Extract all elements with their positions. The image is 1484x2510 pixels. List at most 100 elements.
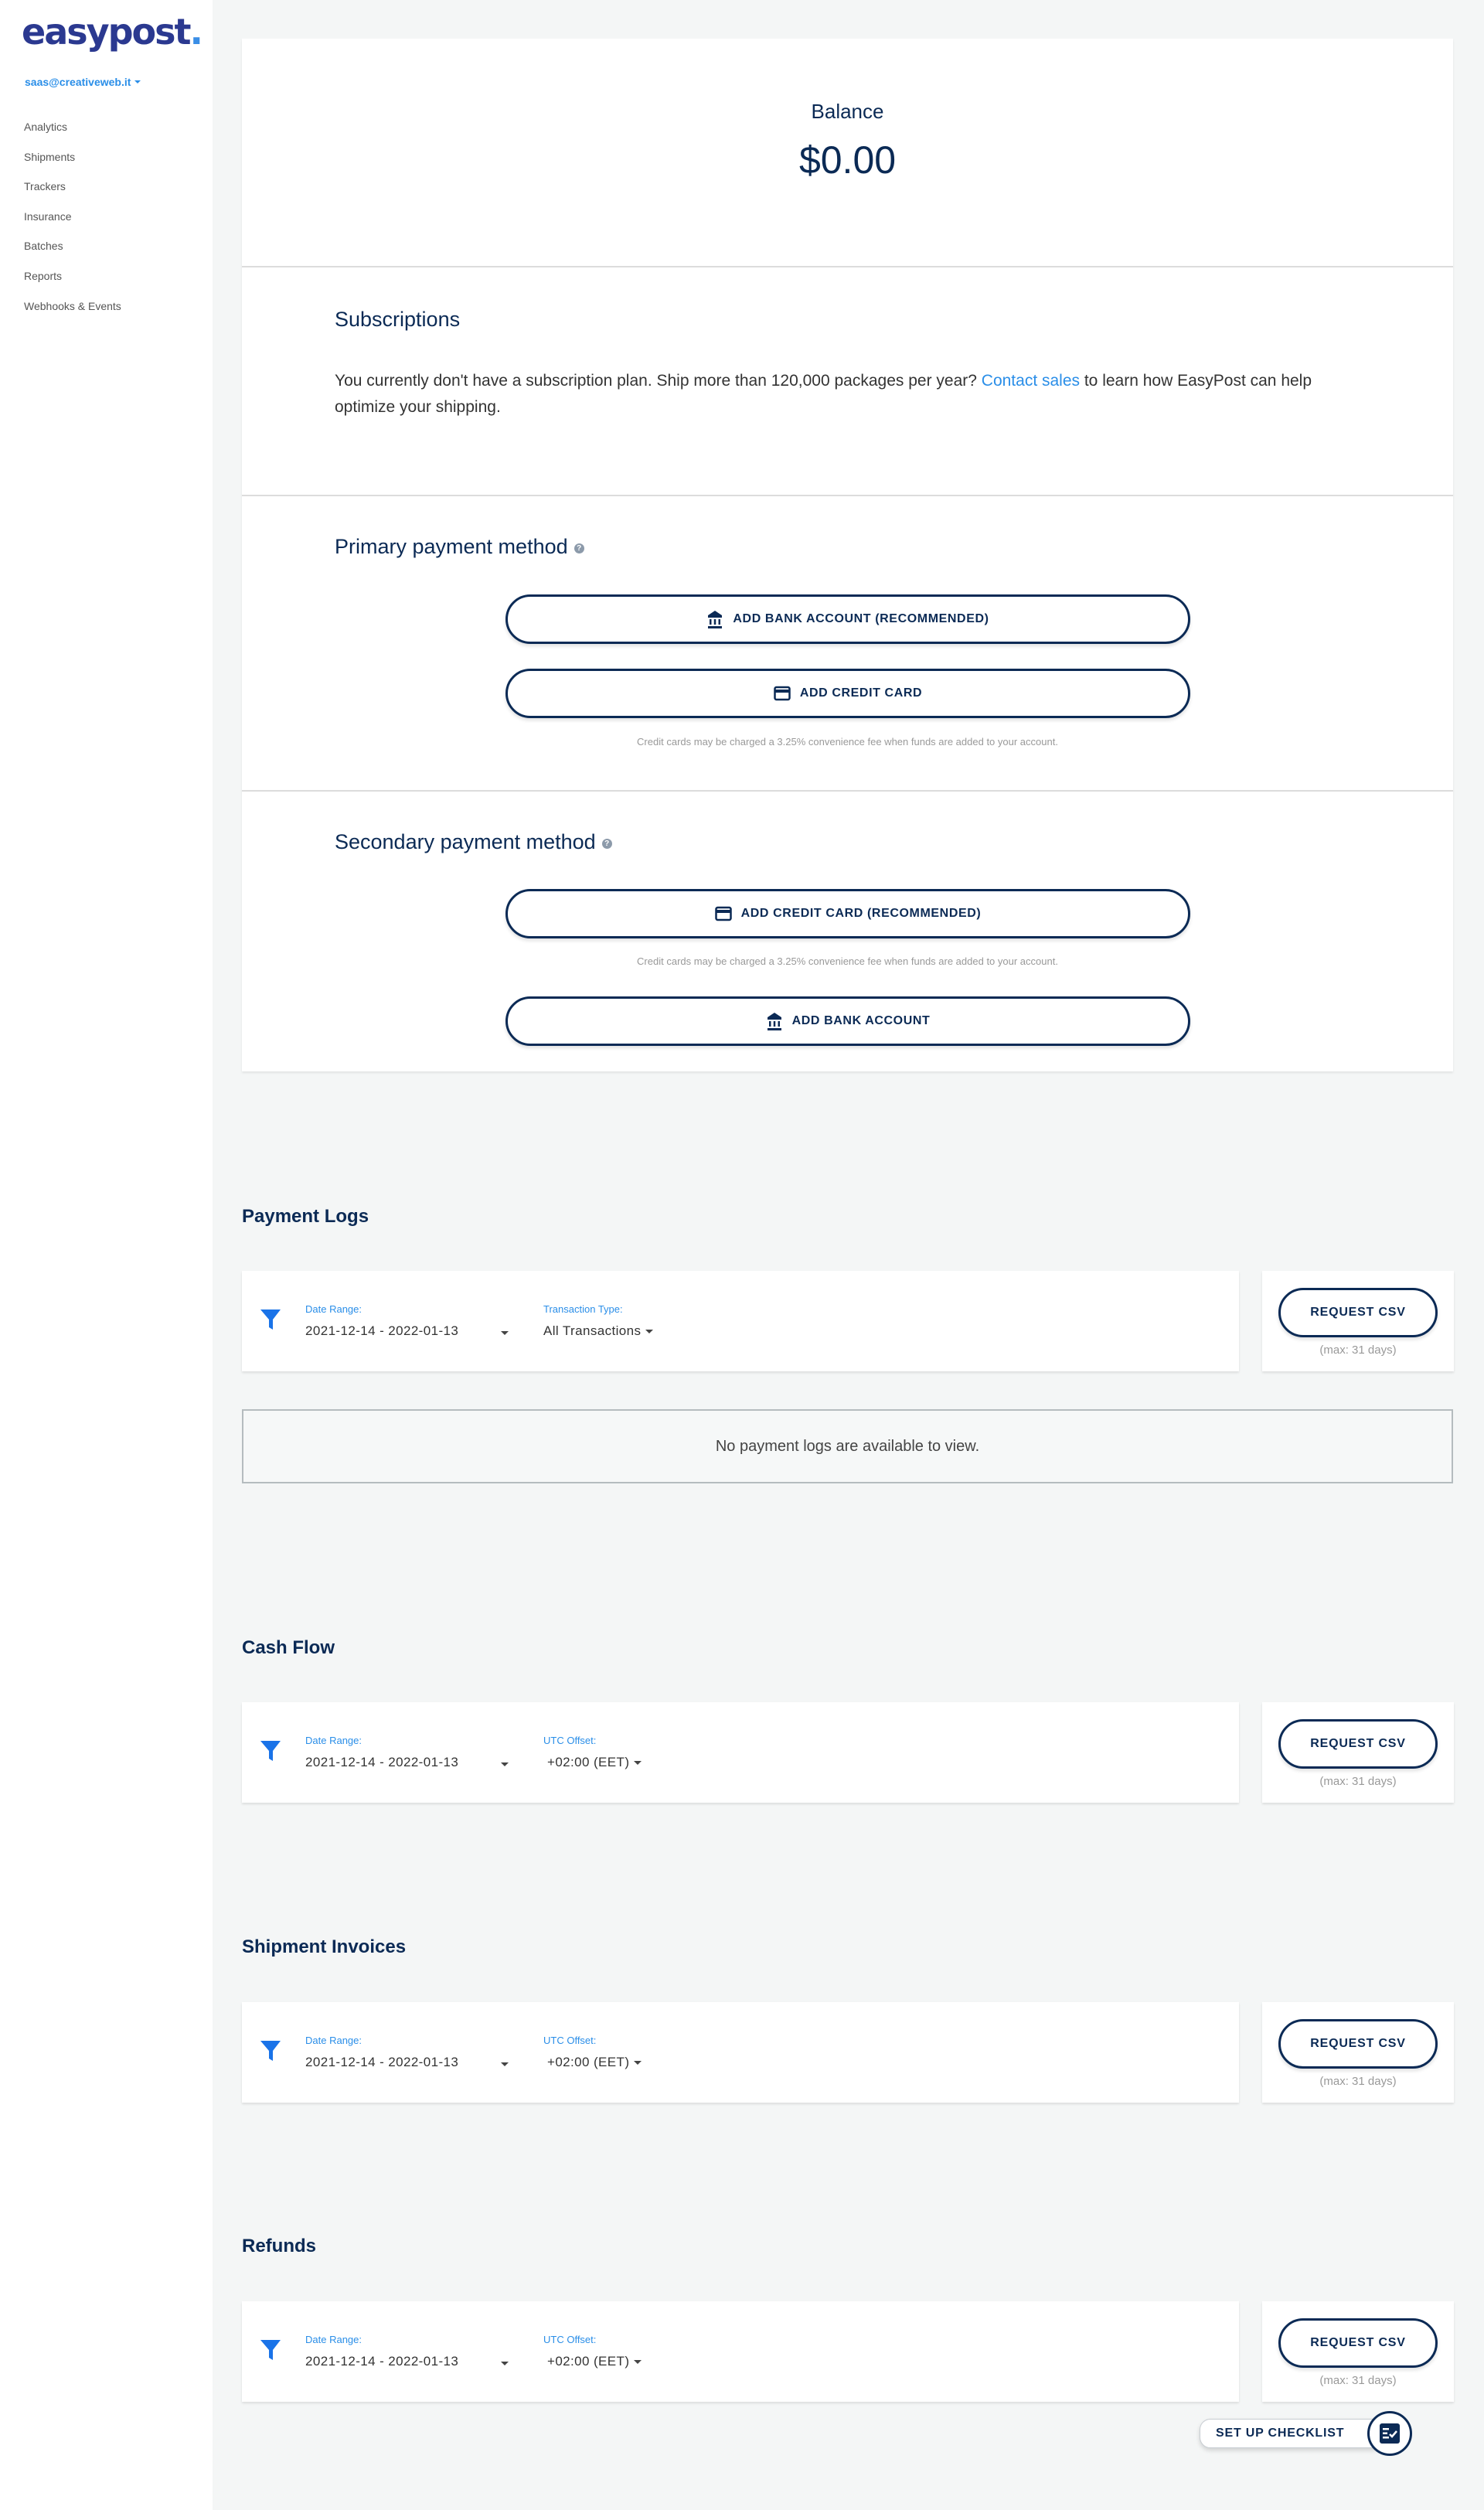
utc-offset-select[interactable]: +02:00 (EET) bbox=[547, 2055, 642, 2070]
button-label: ADD CREDIT CARD bbox=[799, 686, 923, 700]
payment-logs-filter-panel: Date Range: 2021-12-14 - 2022-01-13 Tran… bbox=[242, 1271, 1239, 1371]
contact-sales-link[interactable]: Contact sales bbox=[982, 372, 1080, 390]
balance-label: Balance bbox=[811, 100, 884, 123]
csv-max-note: (max: 31 days) bbox=[1319, 1344, 1397, 1357]
cash-flow-csv-panel: REQUEST CSV (max: 31 days) bbox=[1262, 1702, 1454, 1803]
credit-card-fee-note: Credit cards may be charged a 3.25% conv… bbox=[637, 736, 1058, 748]
bank-icon bbox=[708, 611, 723, 628]
refunds-heading: Refunds bbox=[242, 2236, 316, 2256]
setup-checklist-toggle[interactable] bbox=[1367, 2411, 1412, 2456]
chevron-down-icon bbox=[134, 80, 141, 83]
chevron-down-icon[interactable] bbox=[501, 2362, 509, 2365]
utc-offset-value: +02:00 (EET) bbox=[547, 1755, 630, 1769]
add-bank-account-button[interactable]: ADD BANK ACCOUNT bbox=[505, 996, 1190, 1046]
utc-offset-label: UTC Offset: bbox=[543, 2035, 597, 2046]
filter-icon bbox=[260, 2041, 281, 2061]
sidebar-item-webhooks-events[interactable]: Webhooks & Events bbox=[24, 298, 121, 329]
date-range-label: Date Range: bbox=[305, 2035, 362, 2046]
subscriptions-section: Subscriptions You currently don't have a… bbox=[242, 267, 1453, 496]
balance-value: $0.00 bbox=[798, 138, 897, 182]
account-email: saas@creativeweb.it bbox=[25, 76, 131, 88]
cash-flow-filter-panel: Date Range: 2021-12-14 - 2022-01-13 UTC … bbox=[242, 1702, 1239, 1803]
primary-payment-title: Primary payment method ? bbox=[335, 535, 584, 559]
sidebar-item-batches[interactable]: Batches bbox=[24, 238, 121, 268]
transaction-type-select[interactable]: All Transactions bbox=[543, 1323, 654, 1339]
utc-offset-value: +02:00 (EET) bbox=[547, 2055, 630, 2069]
filter-icon bbox=[260, 1741, 281, 1761]
chevron-down-icon bbox=[645, 1329, 654, 1333]
billing-card: Balance $0.00 Subscriptions You currentl… bbox=[242, 39, 1453, 1071]
help-icon[interactable]: ? bbox=[574, 543, 584, 553]
primary-payment-title-text: Primary payment method bbox=[335, 535, 568, 558]
add-bank-account-recommended-button[interactable]: ADD BANK ACCOUNT (RECOMMENDED) bbox=[505, 594, 1190, 644]
request-csv-button[interactable]: REQUEST CSV bbox=[1278, 2019, 1438, 2069]
add-credit-card-button[interactable]: ADD CREDIT CARD bbox=[505, 669, 1190, 718]
account-dropdown[interactable]: saas@creativeweb.it bbox=[25, 76, 141, 88]
shipment-invoices-heading: Shipment Invoices bbox=[242, 1936, 407, 1957]
filter-icon bbox=[260, 2340, 281, 2360]
transaction-type-value: All Transactions bbox=[543, 1323, 642, 1338]
payment-logs-csv-panel: REQUEST CSV (max: 31 days) bbox=[1262, 1271, 1454, 1371]
filter-icon bbox=[260, 1309, 281, 1330]
date-range-label: Date Range: bbox=[305, 2334, 362, 2345]
bank-icon bbox=[767, 1013, 781, 1030]
sidebar-nav: Analytics Shipments Trackers Insurance B… bbox=[24, 119, 121, 328]
help-icon[interactable]: ? bbox=[601, 839, 612, 849]
button-label: ADD CREDIT CARD (RECOMMENDED) bbox=[740, 907, 982, 920]
csv-max-note: (max: 31 days) bbox=[1319, 2374, 1397, 2387]
chevron-down-icon[interactable] bbox=[501, 1331, 509, 1335]
button-label: ADD BANK ACCOUNT (RECOMMENDED) bbox=[733, 612, 989, 625]
credit-card-icon bbox=[774, 686, 791, 701]
payment-logs-empty-state: No payment logs are available to view. bbox=[242, 1409, 1453, 1483]
utc-offset-value: +02:00 (EET) bbox=[547, 2354, 630, 2369]
sidebar-item-shipments[interactable]: Shipments bbox=[24, 149, 121, 179]
utc-offset-label: UTC Offset: bbox=[543, 1735, 597, 1746]
logo-dot: . bbox=[189, 11, 204, 53]
credit-card-icon bbox=[714, 906, 732, 921]
shipment-invoices-filter-panel: Date Range: 2021-12-14 - 2022-01-13 UTC … bbox=[242, 2002, 1239, 2103]
refunds-filter-panel: Date Range: 2021-12-14 - 2022-01-13 UTC … bbox=[242, 2301, 1239, 2402]
subscriptions-title-text: Subscriptions bbox=[335, 308, 461, 331]
date-range-input[interactable]: 2021-12-14 - 2022-01-13 bbox=[305, 1755, 458, 1770]
chevron-down-icon[interactable] bbox=[501, 2062, 509, 2066]
shipment-invoices-csv-panel: REQUEST CSV (max: 31 days) bbox=[1262, 2002, 1454, 2103]
secondary-payment-section: Secondary payment method ? ADD CREDIT CA… bbox=[242, 792, 1453, 1071]
sidebar-item-analytics[interactable]: Analytics bbox=[24, 119, 121, 149]
chevron-down-icon bbox=[634, 2060, 642, 2065]
balance-section: Balance $0.00 bbox=[242, 39, 1453, 267]
subscriptions-text-before: You currently don't have a subscription … bbox=[335, 372, 982, 390]
button-label: ADD BANK ACCOUNT bbox=[791, 1014, 931, 1027]
secondary-payment-title: Secondary payment method ? bbox=[335, 830, 612, 854]
logo-text: easypost bbox=[22, 11, 192, 53]
primary-payment-section: Primary payment method ? ADD BANK ACCOUN… bbox=[242, 496, 1453, 792]
setup-checklist-button[interactable]: SET UP CHECKLIST bbox=[1200, 2419, 1385, 2448]
utc-offset-label: UTC Offset: bbox=[543, 2334, 597, 2345]
date-range-input[interactable]: 2021-12-14 - 2022-01-13 bbox=[305, 1323, 458, 1339]
empty-message: No payment logs are available to view. bbox=[715, 1437, 980, 1455]
sidebar-item-insurance[interactable]: Insurance bbox=[24, 209, 121, 239]
easypost-logo[interactable]: easypost. bbox=[22, 11, 204, 53]
chevron-down-icon bbox=[634, 1760, 642, 1765]
request-csv-button[interactable]: REQUEST CSV bbox=[1278, 2318, 1438, 2368]
request-csv-button[interactable]: REQUEST CSV bbox=[1278, 1288, 1438, 1337]
sidebar: easypost. saas@creativeweb.it Analytics … bbox=[0, 0, 213, 2510]
cash-flow-heading: Cash Flow bbox=[242, 1637, 335, 1658]
refunds-csv-panel: REQUEST CSV (max: 31 days) bbox=[1262, 2301, 1454, 2402]
date-range-input[interactable]: 2021-12-14 - 2022-01-13 bbox=[305, 2055, 458, 2070]
transaction-type-label: Transaction Type: bbox=[543, 1303, 623, 1315]
date-range-label: Date Range: bbox=[305, 1303, 362, 1315]
date-range-input[interactable]: 2021-12-14 - 2022-01-13 bbox=[305, 2354, 458, 2369]
utc-offset-select[interactable]: +02:00 (EET) bbox=[547, 2354, 642, 2369]
credit-card-fee-note: Credit cards may be charged a 3.25% conv… bbox=[637, 955, 1058, 967]
csv-max-note: (max: 31 days) bbox=[1319, 1775, 1397, 1788]
add-credit-card-recommended-button[interactable]: ADD CREDIT CARD (RECOMMENDED) bbox=[505, 889, 1190, 938]
request-csv-button[interactable]: REQUEST CSV bbox=[1278, 1719, 1438, 1769]
utc-offset-select[interactable]: +02:00 (EET) bbox=[547, 1755, 642, 1770]
secondary-payment-title-text: Secondary payment method bbox=[335, 830, 596, 853]
chevron-down-icon bbox=[634, 2359, 642, 2364]
sidebar-item-trackers[interactable]: Trackers bbox=[24, 179, 121, 209]
sidebar-item-reports[interactable]: Reports bbox=[24, 268, 121, 298]
csv-max-note: (max: 31 days) bbox=[1319, 2075, 1397, 2088]
chevron-down-icon[interactable] bbox=[501, 1762, 509, 1766]
checklist-icon bbox=[1380, 2423, 1400, 2444]
